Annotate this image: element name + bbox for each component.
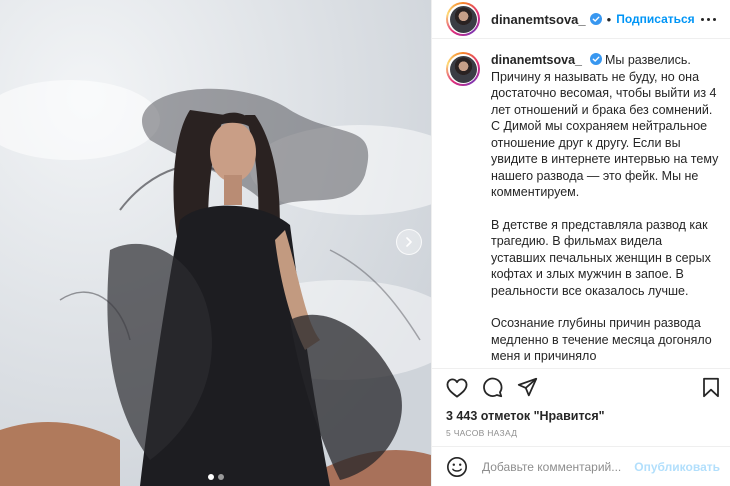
header-username[interactable]: dinanemtsova_ bbox=[491, 12, 586, 27]
next-slide-button[interactable] bbox=[396, 229, 422, 255]
bookmark-icon[interactable] bbox=[702, 377, 720, 398]
post-details-panel: dinanemtsova_ • Подписаться dinanemtsova… bbox=[431, 0, 730, 486]
share-icon[interactable] bbox=[517, 377, 538, 398]
photo-illustration bbox=[0, 0, 431, 486]
avatar[interactable] bbox=[446, 2, 480, 36]
caption-avatar[interactable] bbox=[446, 52, 480, 86]
verified-badge-icon bbox=[589, 13, 602, 25]
header-separator: • bbox=[606, 11, 612, 27]
caption-area: dinanemtsova_ Мы развелись. Причину я на… bbox=[432, 39, 730, 368]
comment-input[interactable] bbox=[482, 459, 635, 474]
post-header: dinanemtsova_ • Подписаться bbox=[432, 0, 730, 39]
caption-text: dinanemtsova_ Мы развелись. Причину я на… bbox=[491, 52, 720, 368]
verified-badge-icon bbox=[589, 53, 602, 65]
instagram-post: dinanemtsova_ • Подписаться dinanemtsova… bbox=[0, 0, 730, 486]
carousel-dot-active bbox=[207, 474, 214, 480]
carousel-dot bbox=[217, 474, 224, 480]
comment-form: Опубликовать bbox=[432, 446, 730, 486]
caption-paragraph: Осознание глубины причин развода медленн… bbox=[491, 316, 712, 363]
likes-label: отметок "Нравится" bbox=[480, 409, 605, 423]
caption-avatar-image bbox=[449, 55, 477, 83]
post-photo[interactable] bbox=[0, 0, 431, 486]
caption-username[interactable]: dinanemtsova_ bbox=[491, 53, 582, 67]
carousel-indicator bbox=[0, 474, 431, 480]
caption-paragraph: В детстве я представляла развод как траг… bbox=[491, 217, 711, 298]
comment-icon[interactable] bbox=[482, 377, 503, 398]
likes-count[interactable]: 3 443 отметок "Нравится" bbox=[432, 406, 730, 426]
publish-button[interactable]: Опубликовать bbox=[634, 460, 720, 474]
avatar-image bbox=[449, 5, 477, 33]
post-actions bbox=[432, 368, 730, 406]
heart-icon[interactable] bbox=[446, 377, 468, 398]
likes-number: 3 443 bbox=[446, 409, 478, 423]
post-timestamp[interactable]: 5 ЧАСОВ НАЗАД bbox=[432, 426, 730, 446]
chevron-right-icon bbox=[406, 237, 412, 247]
follow-button[interactable]: Подписаться bbox=[616, 12, 694, 26]
more-options-icon[interactable] bbox=[697, 14, 720, 25]
caption-paragraph: Мы развелись. Причину я называть не буду… bbox=[491, 53, 719, 199]
emoji-icon[interactable] bbox=[446, 456, 468, 478]
